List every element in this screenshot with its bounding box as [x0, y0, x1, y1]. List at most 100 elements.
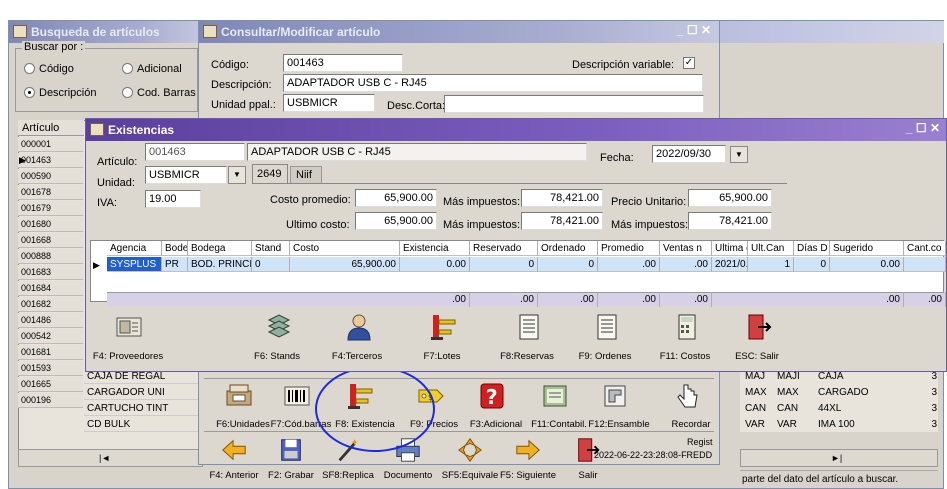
forklift-icon[interactable] [429, 312, 459, 345]
desc-cell[interactable]: CD BULK [84, 417, 203, 432]
grid-column-header[interactable]: Promedio [598, 241, 660, 256]
code-cell[interactable]: 001680 [18, 217, 83, 232]
grid-cell[interactable]: .00 [660, 257, 712, 272]
window-controls[interactable]: _ ☐ ✕ [906, 121, 940, 135]
code-cell[interactable]: 001668 [18, 233, 83, 248]
right-grid-cell[interactable]: IMA 100 [818, 419, 908, 434]
right-grid-cell[interactable]: VAR [745, 419, 773, 434]
right-grid-cell[interactable]: 3 [923, 371, 937, 386]
toolbar-label[interactable]: F4: Proveedores [88, 351, 168, 362]
toolbar-label[interactable]: Salir [556, 470, 620, 481]
code-cell[interactable]: 001665 [18, 377, 83, 392]
grid-cell[interactable]: 0 [252, 257, 290, 272]
radio-descripcion[interactable]: Descripción [24, 87, 96, 99]
code-cell[interactable]: 000590 [18, 169, 83, 184]
radio-adicional[interactable]: Adicional [122, 63, 182, 75]
toolbar-label[interactable]: F11: Costos [654, 351, 716, 362]
toolbar-label[interactable]: Documento [376, 470, 440, 481]
toolbar-label[interactable]: F7:Lotes [411, 351, 473, 362]
right-grid-cell[interactable]: MAX [745, 387, 773, 402]
register-icon[interactable] [224, 381, 254, 414]
question-icon[interactable]: ? [477, 381, 507, 414]
suppliers-icon[interactable] [114, 312, 144, 345]
toolbar-label[interactable]: Recordar [660, 419, 722, 430]
nav-first-button[interactable]: |◄ [99, 453, 110, 463]
grid-column-header[interactable]: Ordenado [538, 241, 598, 256]
barcode-icon[interactable] [282, 381, 312, 414]
grid-cell[interactable]: SYSPLUS [107, 257, 162, 272]
right-grid-cell[interactable]: 3 [923, 387, 937, 402]
exit-icon[interactable] [744, 312, 774, 345]
right-grid-cell[interactable]: 3 [923, 419, 937, 434]
code-cell[interactable]: 001593 [18, 361, 83, 376]
code-cell[interactable]: 001486 [18, 313, 83, 328]
grid-column-header[interactable]: Existencia [400, 241, 470, 256]
code-cell[interactable]: 001684 [18, 281, 83, 296]
code-cell[interactable]: 000001 [18, 137, 83, 152]
ledger-icon[interactable] [540, 381, 570, 414]
right-grid-cell[interactable]: CARGADO [818, 387, 908, 402]
ex-unidad-field[interactable]: USBMICR [145, 166, 227, 184]
grid-column-header[interactable]: Ultima c [712, 241, 748, 256]
code-cell[interactable]: 000888 [18, 249, 83, 264]
grid-cell[interactable]: BOD. PRINCIPAL [188, 257, 252, 272]
desc-cell[interactable]: CARGADOR UNI [84, 385, 203, 400]
right-grid-cell[interactable]: CAJA [818, 371, 908, 386]
code-cell[interactable]: 000196 [18, 393, 83, 408]
grid-cell[interactable]: 2021/0... [712, 257, 748, 272]
grid-column-header[interactable]: Bodega [188, 241, 252, 256]
toolbar-label[interactable]: F4: Anterior [202, 470, 266, 481]
code-cell[interactable]: 001678 [18, 185, 83, 200]
grid-column-header[interactable]: Ventas n [660, 241, 712, 256]
radio-cod-barras[interactable]: Cod. Barras [122, 87, 196, 99]
right-grid-cell[interactable]: MAJ [745, 371, 773, 386]
hand-icon[interactable] [672, 381, 702, 414]
save-icon[interactable] [277, 436, 305, 467]
toolbar-label[interactable]: F2: Grabar [259, 470, 323, 481]
code-cell[interactable]: 001681 [18, 345, 83, 360]
document-icon[interactable] [592, 312, 622, 345]
grid-cell[interactable]: 0 [794, 257, 830, 272]
toolbar-label[interactable]: SF8:Replica [316, 470, 380, 481]
right-grid-cell[interactable]: 3 [923, 403, 937, 418]
code-cell[interactable]: 001682 [18, 297, 83, 312]
right-grid-cell[interactable]: 44XL [818, 403, 908, 418]
grid-cell[interactable]: 1 [748, 257, 794, 272]
grid-cell[interactable] [904, 257, 946, 272]
unidad-dropdown-button[interactable]: ▼ [228, 166, 246, 184]
articulo-col-header[interactable]: Artículo [18, 120, 84, 136]
grid-cell[interactable]: 0 [470, 257, 538, 272]
code-cell[interactable]: 001679 [18, 201, 83, 216]
arrow-left-icon[interactable] [220, 436, 248, 467]
toolbar-label[interactable]: F12:Ensamble [588, 419, 650, 430]
window-controls[interactable]: _ ☐ ✕ [677, 23, 711, 37]
stands-icon[interactable] [264, 312, 294, 345]
toolbar-label[interactable]: F4:Terceros [326, 351, 388, 362]
grid-cell[interactable]: .00 [598, 257, 660, 272]
grid-cell[interactable]: 65,900.00 [290, 257, 400, 272]
code-cell[interactable]: 001463 [18, 153, 83, 168]
grid-cell[interactable]: PR [162, 257, 188, 272]
nav-last-button[interactable]: ►| [831, 453, 842, 463]
assembly-icon[interactable] [600, 381, 630, 414]
toolbar-label[interactable]: F8:Reservas [496, 351, 558, 362]
descripcion-field[interactable]: ADAPTADOR USB C - RJ45 [283, 74, 703, 92]
codigo-field[interactable]: 001463 [283, 54, 403, 72]
toolbar-label[interactable]: F3:Adicional [465, 419, 527, 430]
grid-cell[interactable]: 0.00 [400, 257, 470, 272]
toolbar-label[interactable]: F6: Stands [246, 351, 308, 362]
person-icon[interactable] [344, 312, 374, 345]
radio-circle[interactable] [122, 63, 133, 74]
grid-column-header[interactable]: Días D [794, 241, 830, 256]
code-cell[interactable]: 000542 [18, 329, 83, 344]
document-icon[interactable] [514, 312, 544, 345]
right-grid-cell[interactable]: MAJI [777, 371, 815, 386]
right-grid-cell[interactable]: MAX [777, 387, 815, 402]
toolbar-label[interactable]: F9: Ordenes [574, 351, 636, 362]
radio-circle[interactable] [24, 63, 35, 74]
grid-column-header[interactable]: Stand [252, 241, 290, 256]
right-grid-cell[interactable]: CAN [777, 403, 815, 418]
calculator-icon[interactable] [672, 312, 702, 345]
code-cell[interactable]: 001683 [18, 265, 83, 280]
desc-variable-checkbox[interactable]: ✓ [683, 57, 695, 69]
